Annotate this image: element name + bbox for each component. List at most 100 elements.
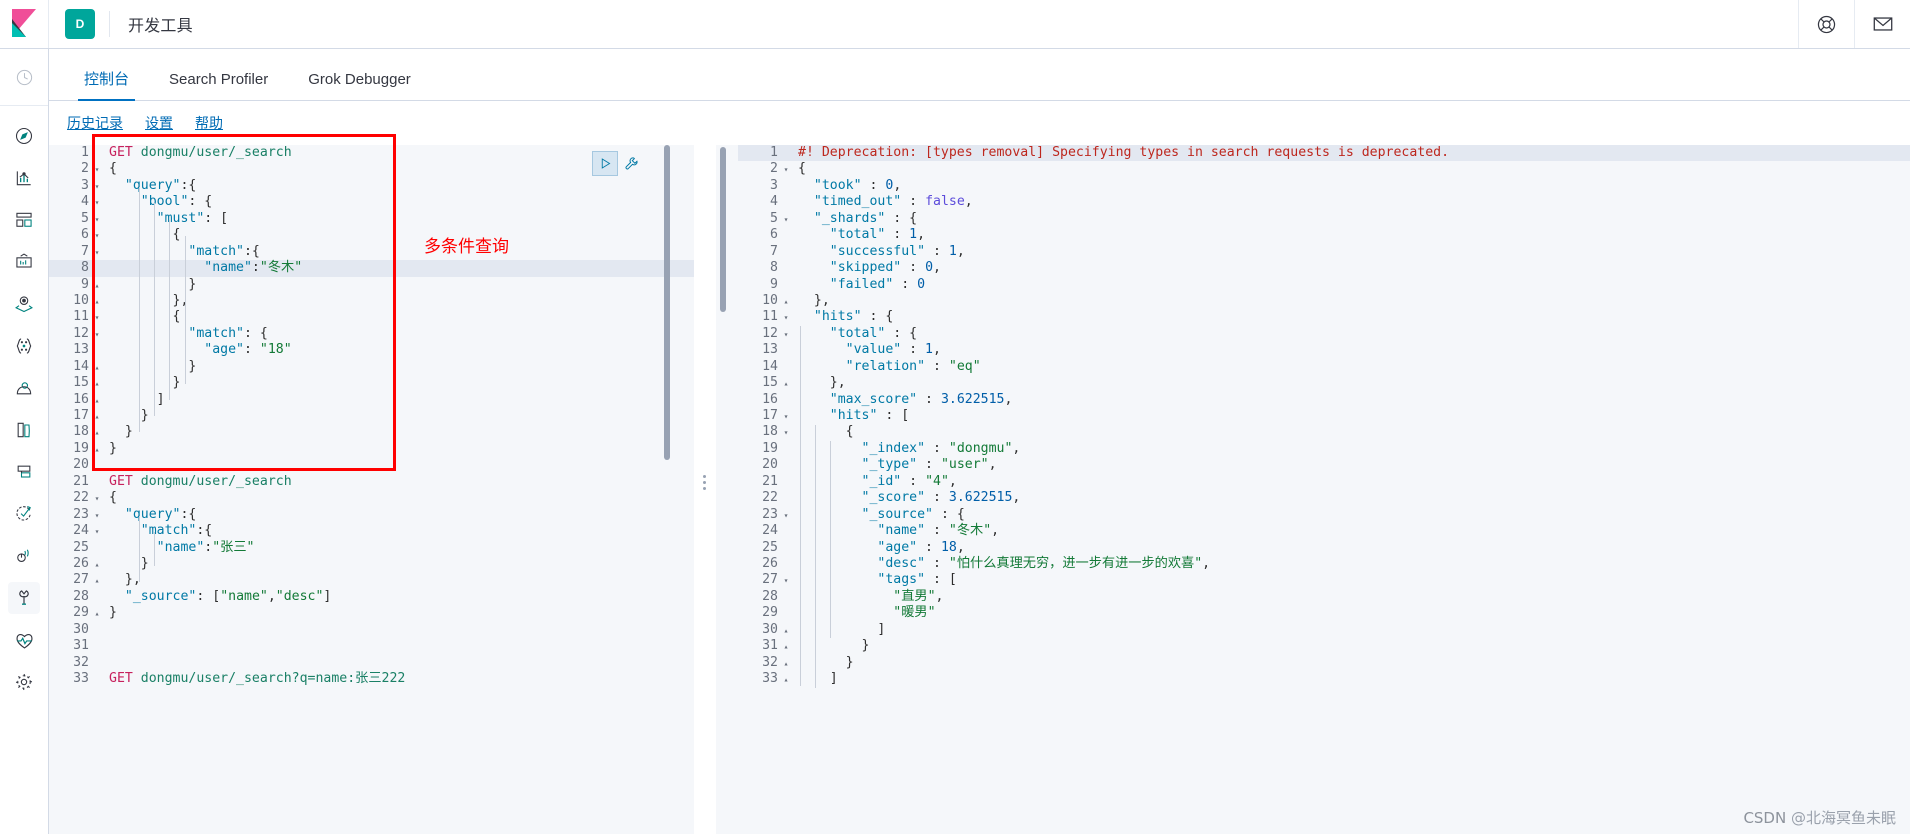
sidebar-item-visualize[interactable]	[8, 162, 40, 194]
sidebar-item-machine-learning[interactable]	[8, 330, 40, 362]
code-line-content: "_shards" : {	[796, 211, 917, 227]
subnav-history-link[interactable]: 历史记录	[67, 113, 123, 133]
fold-toggle-icon[interactable]: ▴	[93, 442, 101, 458]
sidebar-item-dev-tools[interactable]	[8, 582, 40, 614]
fold-toggle-icon[interactable]: ▴	[782, 623, 790, 639]
fold-toggle-icon[interactable]: ▾	[93, 162, 101, 178]
fold-toggle-icon[interactable]: ▴	[782, 672, 790, 688]
sidebar-item-management[interactable]	[8, 666, 40, 698]
sidebar-item-uptime[interactable]	[8, 498, 40, 530]
sidebar-item-canvas[interactable]	[8, 246, 40, 278]
kibana-logo-cell[interactable]	[0, 0, 49, 48]
sidebar-item-discover[interactable]	[8, 120, 40, 152]
fold-toggle-icon[interactable]: ▴	[93, 425, 101, 441]
code-line-content: }	[107, 359, 196, 375]
request-context-menu-button[interactable]	[620, 152, 644, 176]
response-scrollbar[interactable]	[718, 145, 728, 834]
send-request-button[interactable]	[592, 151, 618, 176]
news-feed-button[interactable]	[1854, 0, 1910, 48]
help-button[interactable]	[1798, 0, 1854, 48]
sidebar-item-recently-viewed[interactable]	[8, 61, 40, 93]
gutter-pad	[782, 392, 796, 408]
fold-toggle-icon[interactable]: ▾	[782, 508, 790, 524]
fold-toggle-icon[interactable]: ▴	[93, 393, 101, 409]
code-token: "hits"	[813, 309, 862, 325]
fold-toggle-icon[interactable]: ▾	[782, 162, 790, 178]
fold-toggle-icon[interactable]: ▴	[93, 606, 101, 622]
code-token: :	[901, 342, 926, 358]
heartbeat-icon	[15, 633, 33, 649]
fold-toggle-icon[interactable]: ▾	[782, 327, 790, 343]
fold-toggle-icon[interactable]: ▴	[93, 376, 101, 392]
fold-toggle-icon[interactable]: ▴	[782, 294, 790, 310]
fold-toggle-icon[interactable]: ▴	[782, 639, 790, 655]
sidebar-item-dashboard[interactable]	[8, 204, 40, 236]
fold-toggle-icon[interactable]: ▾	[93, 524, 101, 540]
sidebar-item-monitoring[interactable]	[8, 624, 40, 656]
fold-toggle-icon[interactable]: ▾	[93, 491, 101, 507]
fold-toggle-icon[interactable]: ▾	[782, 573, 790, 589]
subnav-settings-link[interactable]: 设置	[145, 113, 173, 133]
code-line: 14 ▴ }	[49, 359, 694, 375]
fold-toggle-icon[interactable]: ▾	[782, 310, 790, 326]
code-token: ]	[798, 671, 838, 686]
sidebar-item-apm[interactable]	[8, 456, 40, 488]
sidebar-item-logs[interactable]	[8, 414, 40, 446]
code-line: 9 ▴ }	[49, 277, 694, 293]
line-number: 7 ▾	[49, 244, 99, 260]
fold-toggle-icon[interactable]: ▴	[782, 376, 790, 392]
code-token: ]	[798, 621, 886, 637]
sidebar-item-infrastructure[interactable]	[8, 372, 40, 404]
fold-toggle-icon[interactable]: ▾	[93, 310, 101, 326]
fold-toggle-icon[interactable]: ▾	[93, 508, 101, 524]
fold-toggle-icon[interactable]: ▴	[93, 573, 101, 589]
sidebar-item-maps[interactable]	[8, 288, 40, 320]
code-token: "直男"	[893, 588, 936, 604]
fold-toggle-icon[interactable]: ▾	[93, 228, 101, 244]
fold-toggle-icon[interactable]: ▴	[93, 294, 101, 310]
fold-toggle-icon[interactable]: ▴	[93, 360, 101, 376]
request-scrollbar[interactable]	[662, 145, 672, 834]
fold-toggle-icon[interactable]: ▴	[93, 557, 101, 573]
indent-guide	[169, 220, 170, 400]
presentation-icon	[16, 253, 32, 268]
fold-toggle-icon[interactable]: ▾	[93, 195, 101, 211]
annotation-label: 多条件查询	[424, 237, 509, 257]
code-line: 21 GET dongmu/user/_search	[49, 474, 694, 490]
fold-toggle-icon[interactable]: ▾	[782, 212, 790, 228]
editor-splitter[interactable]	[694, 145, 716, 834]
fold-toggle-icon[interactable]: ▴	[782, 656, 790, 672]
siem-signal-icon	[17, 549, 29, 562]
code-token: : {	[243, 325, 268, 341]
request-editor-pane[interactable]: 1 GET dongmu/user/_search 2 ▾{3 ▾ "query":{4…	[49, 145, 694, 834]
tab-search-profiler[interactable]: Search Profiler	[149, 72, 288, 100]
code-token: "4"	[925, 473, 949, 489]
space-avatar[interactable]: D	[65, 9, 95, 39]
code-line: 26 "desc" : "怕什么真理无穷，进一步有进一步的欢喜",	[738, 556, 1910, 572]
fold-toggle-icon[interactable]: ▾	[93, 245, 101, 261]
code-token: }	[109, 440, 117, 456]
response-code: 1 #! Deprecation: [types removal] Specify…	[738, 145, 1910, 834]
fold-toggle-icon[interactable]: ▾	[782, 409, 790, 425]
tab-grok-debugger[interactable]: Grok Debugger	[288, 72, 431, 100]
code-line: 5 ▾ "_shards" : {	[738, 211, 1910, 227]
tab-console[interactable]: 控制台	[64, 72, 149, 101]
code-token: ,	[956, 243, 965, 259]
subnav-help-link[interactable]: 帮助	[195, 113, 223, 133]
fold-toggle-icon[interactable]: ▾	[93, 327, 101, 343]
fold-toggle-icon[interactable]: ▾	[782, 425, 790, 441]
fold-toggle-icon[interactable]: ▾	[93, 179, 101, 195]
sidebar-item-siem[interactable]	[8, 540, 40, 572]
fold-toggle-icon[interactable]: ▴	[93, 409, 101, 425]
fold-toggle-icon[interactable]: ▴	[93, 278, 101, 294]
response-editor-pane[interactable]: 1 #! Deprecation: [types removal] Specify…	[716, 145, 1910, 834]
request-code[interactable]: 1 GET dongmu/user/_search 2 ▾{3 ▾ "query":{4…	[49, 145, 694, 834]
code-token: :{	[243, 243, 260, 259]
fold-toggle-icon[interactable]: ▾	[93, 212, 101, 228]
code-line: 4 "timed_out" : false,	[738, 194, 1910, 210]
gutter-pad	[782, 474, 796, 490]
